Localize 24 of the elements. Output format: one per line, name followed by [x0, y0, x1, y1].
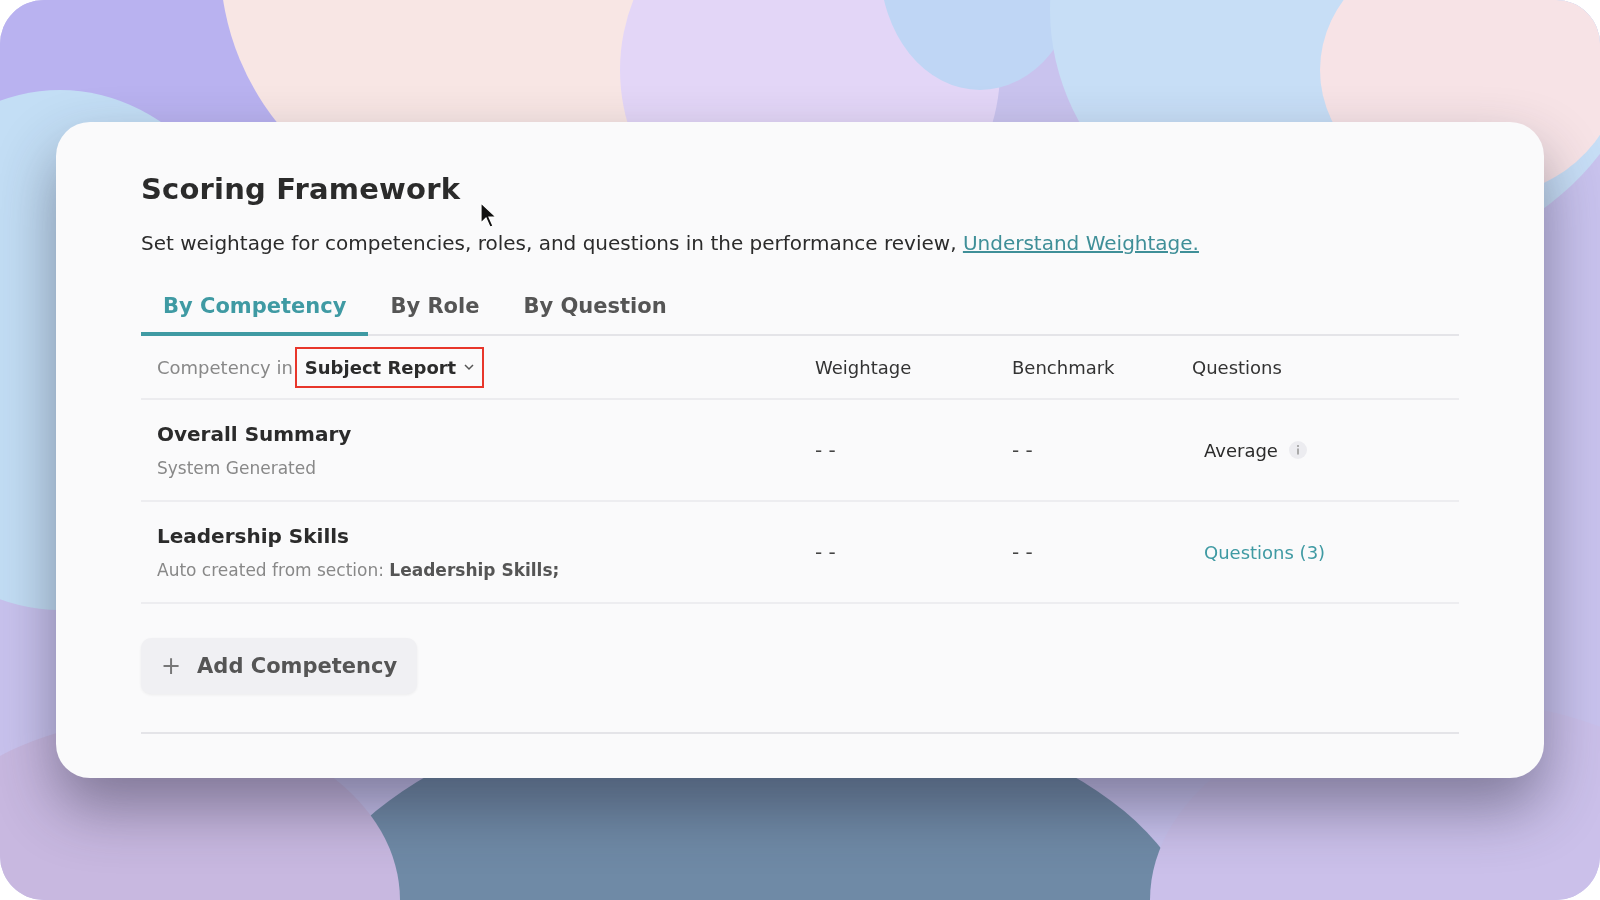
competency-name: Overall Summary	[157, 422, 353, 446]
tab[interactable]: By Role	[368, 284, 502, 336]
chevron-down-icon	[464, 363, 475, 371]
report-dropdown[interactable]: Subject Report	[294, 346, 485, 388]
plus-icon: +	[161, 652, 182, 680]
competency-name: Leadership Skills	[157, 524, 350, 548]
column-header: Competency in	[157, 356, 293, 378]
competency-subtitle: System Generated	[157, 458, 317, 478]
column-header: Questions	[1192, 356, 1282, 378]
info-icon[interactable]	[1287, 440, 1308, 460]
weightage-value: - -	[815, 438, 836, 462]
competency-subtitle: Auto created from section: Leadership Skills;	[157, 560, 561, 580]
benchmark-value: - -	[1012, 540, 1033, 564]
column-header: Weightage	[815, 356, 912, 378]
mouse-cursor-icon	[480, 202, 496, 228]
understand-weightage-link[interactable]: Understand Weightage.	[962, 231, 1199, 255]
weightage-value: - -	[815, 540, 836, 564]
benchmark-value: - -	[1012, 438, 1033, 462]
tab[interactable]: By Question	[501, 284, 689, 336]
column-header: Benchmark	[1012, 356, 1115, 378]
questions-value: Average	[1204, 439, 1278, 461]
page-title: Scoring Framework	[141, 172, 462, 206]
description-text: Set weightage for competencies, roles, and questions in the performance review, Understand Weightage.	[141, 232, 1200, 254]
add-competency-button[interactable]: + Add Competency	[141, 638, 418, 694]
